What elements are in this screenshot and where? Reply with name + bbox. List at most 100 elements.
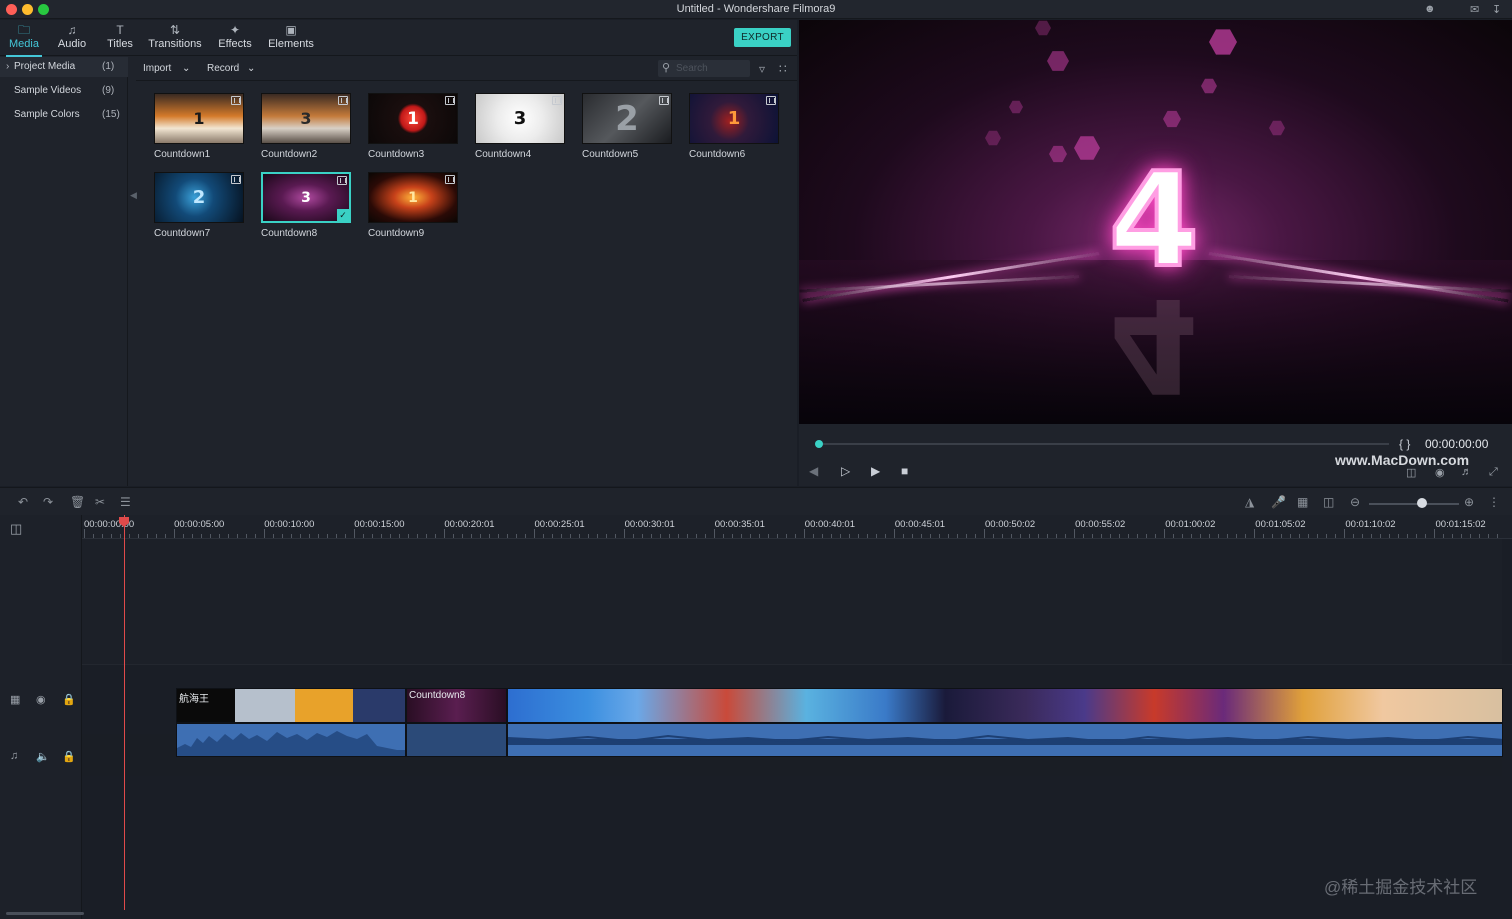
ruler-tick — [246, 534, 247, 538]
tab-transitions[interactable]: ⇅ Transitions — [146, 20, 204, 56]
ruler-tick — [1110, 534, 1111, 538]
audio-clip[interactable] — [176, 723, 406, 757]
tab-effects[interactable]: ✦ Effects — [216, 20, 254, 56]
sidebar-item-sample-videos[interactable]: Sample Videos (9) — [0, 81, 128, 101]
track-divider — [82, 664, 1512, 665]
sidebar-item-sample-colors[interactable]: Sample Colors (15) — [0, 105, 128, 125]
preview-progress-track[interactable] — [819, 443, 1389, 445]
horizontal-scrollbar[interactable] — [6, 912, 84, 915]
adjust-icon[interactable]: ☰ — [120, 495, 131, 509]
ruler-tick — [426, 534, 427, 538]
media-item-countdown1[interactable]: 1 Countdown1 — [154, 93, 244, 160]
mail-icon[interactable]: ✉ — [1470, 3, 1479, 16]
mark-in-out-icon[interactable]: { } — [1399, 437, 1410, 451]
ruler-tick — [750, 534, 751, 538]
media-item-countdown9[interactable]: 1 Countdown9 — [368, 172, 458, 239]
ruler-tick — [408, 534, 409, 538]
media-item-countdown2[interactable]: 3 Countdown2 — [261, 93, 351, 160]
ruler-label: 00:00:55:02 — [1075, 519, 1126, 530]
ruler-tick — [822, 534, 823, 538]
music-note-icon: ♫ — [67, 23, 77, 37]
ruler-tick — [1182, 534, 1183, 538]
timeline-toolbar: ↶ ↷ 🗑 ✂ ☰ ◮ 🎤 ▦ ◫ ⊖ ⊕ ⋮ — [0, 487, 1512, 515]
timeline-ruler[interactable]: 00:00:00:00 00:00:05:00 00:00:10:00 00:00:1… — [82, 515, 1512, 539]
marker-icon[interactable]: ◮ — [1245, 495, 1254, 509]
account-icon[interactable]: ☻ — [1424, 3, 1436, 15]
zoom-slider-track[interactable] — [1369, 503, 1459, 505]
ruler-tick — [1245, 534, 1246, 538]
snapshot-icon[interactable]: ◉ — [1435, 466, 1445, 479]
thumbnail: 1 — [689, 93, 779, 144]
search-input[interactable] — [676, 60, 748, 77]
video-clip[interactable] — [507, 688, 1503, 723]
add-track-icon[interactable]: ◫ — [10, 521, 22, 537]
tab-media[interactable]: 🗀 Media — [6, 20, 42, 57]
zoom-in-icon[interactable]: ⊕ — [1464, 495, 1474, 509]
download-icon[interactable]: ↧ — [1492, 3, 1501, 16]
ruler-tick — [624, 529, 625, 538]
ruler-tick — [399, 534, 400, 538]
tab-elements[interactable]: ▣ Elements — [266, 20, 316, 56]
audio-clip[interactable] — [507, 723, 1503, 757]
media-item-countdown5[interactable]: 2 Countdown5 — [582, 93, 672, 160]
ruler-tick — [1164, 529, 1165, 538]
filter-icon[interactable]: ▿ — [759, 62, 765, 76]
playhead[interactable] — [124, 515, 125, 910]
chevron-down-icon[interactable]: ⌄ — [182, 63, 190, 74]
media-item-countdown6[interactable]: 1 Countdown6 — [689, 93, 779, 160]
mixer-icon[interactable]: ▦ — [1297, 495, 1308, 509]
media-item-countdown7[interactable]: 2 Countdown7 — [154, 172, 244, 239]
tab-titles[interactable]: T Titles — [104, 20, 136, 56]
ruler-tick — [1299, 534, 1300, 538]
previous-frame-icon[interactable]: ◀ — [809, 464, 818, 478]
audio-clip[interactable] — [406, 723, 507, 757]
speaker-icon[interactable]: 🔈 — [36, 750, 50, 763]
record-button[interactable]: Record — [207, 63, 239, 74]
media-item-countdown4[interactable]: 3 Countdown4 — [475, 93, 565, 160]
lock-icon[interactable]: 🔒 — [62, 693, 76, 706]
ruler-tick — [1002, 534, 1003, 538]
video-clip[interactable]: Countdown8 — [406, 688, 507, 723]
settings-grip-icon[interactable]: ⋮ — [1488, 495, 1500, 509]
ruler-tick — [1272, 534, 1273, 538]
lock-icon[interactable]: 🔒 — [62, 750, 76, 763]
undo-icon[interactable]: ↶ — [18, 495, 28, 509]
redo-icon[interactable]: ↷ — [43, 495, 53, 509]
microphone-icon[interactable]: 🎤 — [1271, 495, 1286, 509]
tab-label: Transitions — [148, 38, 202, 50]
step-play-icon[interactable]: ▷ — [841, 464, 850, 478]
media-item-countdown3[interactable]: 1 Countdown3 — [368, 93, 458, 160]
grid-view-icon[interactable]: ∷ — [779, 62, 787, 76]
fullscreen-icon[interactable]: ⤢ — [1489, 466, 1498, 479]
thumbnail: 1 — [154, 93, 244, 144]
media-item-countdown8[interactable]: 3 ✓ Countdown8 — [261, 172, 351, 239]
import-button[interactable]: Import — [143, 63, 171, 74]
chevron-down-icon[interactable]: ⌄ — [247, 63, 255, 74]
cut-icon[interactable]: ✂ — [95, 495, 105, 509]
ruler-tick — [336, 534, 337, 538]
thumbnail-glyph: 1 — [727, 108, 741, 129]
video-clip[interactable]: 航海王 — [176, 688, 406, 723]
tab-label: Media — [9, 38, 39, 50]
render-preview-icon[interactable]: ◫ — [1406, 466, 1416, 479]
delete-icon[interactable]: 🗑 — [70, 495, 85, 509]
eye-icon[interactable]: ◉ — [36, 693, 46, 706]
ruler-tick — [831, 534, 832, 538]
ruler-tick — [192, 534, 193, 538]
sidebar-item-project-media[interactable]: › Project Media (1) — [0, 57, 128, 77]
ruler-tick — [795, 534, 796, 538]
preview-viewer[interactable]: 4 4 — [799, 20, 1512, 424]
tab-audio[interactable]: ♫ Audio — [56, 20, 88, 56]
export-button[interactable]: EXPORT — [734, 28, 791, 47]
play-icon[interactable]: ▶ — [871, 464, 880, 478]
zoom-out-icon[interactable]: ⊖ — [1350, 495, 1360, 509]
ruler-tick — [1425, 534, 1426, 538]
preview-progress-knob[interactable] — [815, 440, 823, 448]
zoom-slider-knob[interactable] — [1417, 498, 1427, 508]
watermark: www.MacDown.com — [1335, 452, 1470, 468]
volume-icon[interactable]: ♬ — [1461, 466, 1472, 478]
library-tabs: 🗀 Media ♫ Audio T Titles ⇅ Transitions ✦… — [0, 20, 797, 57]
frame-number: 4 — [1107, 144, 1201, 296]
stop-icon[interactable]: ■ — [901, 464, 908, 478]
fit-timeline-icon[interactable]: ◫ — [1323, 495, 1334, 509]
